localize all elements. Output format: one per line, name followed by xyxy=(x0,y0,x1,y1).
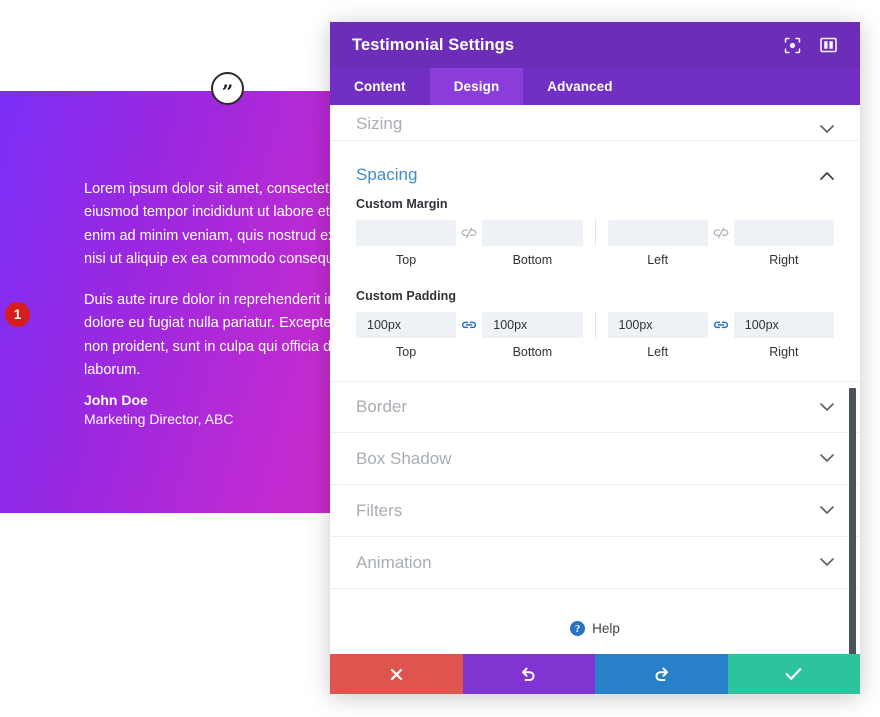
section-title: Border xyxy=(356,397,408,416)
section-box-shadow[interactable]: Box Shadow xyxy=(330,433,860,485)
margin-link-leftright-icon[interactable] xyxy=(708,220,734,246)
margin-left-right-group: Left Right xyxy=(607,220,834,267)
quote-glyph: ” xyxy=(221,80,234,104)
margin-bottom-input[interactable] xyxy=(482,220,583,246)
margin-top-bottom-group: Top Bottom xyxy=(356,220,583,267)
question-mark-icon: ? xyxy=(570,621,586,636)
padding-bottom-field: Bottom xyxy=(482,312,583,359)
chevron-down-icon xyxy=(820,506,834,515)
padding-bottom-input[interactable] xyxy=(482,312,583,338)
custom-padding-label: Custom Padding xyxy=(356,289,457,303)
section-sizing[interactable]: Sizing xyxy=(330,105,860,141)
author-role: Marketing Director, ABC xyxy=(84,410,234,427)
tab-design[interactable]: Design xyxy=(429,68,524,105)
section-title: Spacing xyxy=(356,165,418,184)
annotation-badge-1: 1 xyxy=(5,302,30,327)
custom-padding-quad: Top Bottom xyxy=(356,312,834,359)
page-title: Testimonial Settings xyxy=(352,35,515,54)
padding-link-leftright-icon[interactable] xyxy=(708,312,734,338)
tab-content[interactable]: Content xyxy=(330,68,430,105)
testimonial-settings-modal: Testimonial Settings Content Design Adva… xyxy=(330,22,860,694)
margin-bottom-field: Bottom xyxy=(482,220,583,267)
margin-left-caption: Left xyxy=(647,253,669,267)
vertical-scrollbar[interactable] xyxy=(849,388,856,654)
margin-link-topbottom-icon[interactable] xyxy=(456,220,482,246)
section-title: Animation xyxy=(356,552,432,572)
custom-margin-label: Custom Margin xyxy=(356,197,448,211)
padding-top-bottom-group: Top Bottom xyxy=(356,312,583,359)
margin-right-field: Right xyxy=(733,220,834,267)
padding-bottom-caption: Bottom xyxy=(512,345,553,359)
save-button[interactable] xyxy=(727,654,860,694)
chevron-up-icon xyxy=(820,171,834,180)
testimonial-author: John Doe Marketing Director, ABC xyxy=(84,391,233,429)
layout-columns-icon[interactable] xyxy=(818,35,838,55)
chevron-down-icon xyxy=(820,402,834,412)
chevron-down-icon xyxy=(820,558,834,567)
divider xyxy=(594,220,596,246)
section-border[interactable]: Border xyxy=(330,381,860,433)
padding-left-caption: Left xyxy=(647,345,669,359)
help-label: Help xyxy=(592,621,620,636)
modal-header-actions xyxy=(782,35,838,55)
margin-top-input[interactable] xyxy=(356,220,457,246)
help-link[interactable]: ? Help xyxy=(330,589,860,636)
tab-advanced[interactable]: Advanced xyxy=(523,68,636,105)
padding-left-field: Left xyxy=(607,312,708,359)
section-spacing[interactable]: Spacing xyxy=(330,141,860,197)
chevron-down-icon xyxy=(820,125,834,134)
padding-top-input[interactable] xyxy=(356,312,457,338)
padding-link-topbottom-icon[interactable] xyxy=(456,312,482,338)
custom-margin-quad: Top Bottom Left Right xyxy=(356,220,834,267)
section-animation[interactable]: Animation xyxy=(330,537,860,589)
margin-left-field: Left xyxy=(607,220,708,267)
padding-right-field: Right xyxy=(733,312,834,359)
focus-target-icon[interactable] xyxy=(782,35,802,55)
padding-top-caption: Top xyxy=(396,345,417,359)
modal-tabs: Content Design Advanced xyxy=(330,68,860,105)
padding-left-input[interactable] xyxy=(607,312,708,338)
padding-right-caption: Right xyxy=(769,345,799,359)
spacing-controls: Custom Margin Top Bottom Left Right Cust… xyxy=(330,197,860,381)
modal-header: Testimonial Settings xyxy=(330,22,860,68)
redo-button[interactable] xyxy=(595,654,728,694)
author-name: John Doe xyxy=(84,392,148,408)
chevron-down-icon xyxy=(820,454,834,463)
margin-left-input[interactable] xyxy=(607,220,708,246)
section-title: Filters xyxy=(356,500,403,520)
undo-button[interactable] xyxy=(462,654,595,694)
margin-top-caption: Top xyxy=(396,253,417,267)
divider xyxy=(594,312,596,338)
section-title: Sizing xyxy=(356,114,403,133)
section-title: Box Shadow xyxy=(356,448,452,468)
padding-left-right-group: Left Right xyxy=(607,312,834,359)
padding-right-input[interactable] xyxy=(733,312,834,338)
modal-footer xyxy=(330,654,860,694)
screen: Lorem ipsum dolor sit amet, consectetur … xyxy=(0,0,880,717)
quote-mark-icon: ” xyxy=(211,72,244,105)
modal-body: Sizing Spacing Custom Margin Top Bottom … xyxy=(330,105,860,654)
margin-bottom-caption: Bottom xyxy=(512,253,553,267)
margin-top-field: Top xyxy=(356,220,457,267)
margin-right-caption: Right xyxy=(769,253,799,267)
section-filters[interactable]: Filters xyxy=(330,485,860,537)
close-button[interactable] xyxy=(330,654,463,694)
padding-top-field: Top xyxy=(356,312,457,359)
margin-right-input[interactable] xyxy=(733,220,834,246)
